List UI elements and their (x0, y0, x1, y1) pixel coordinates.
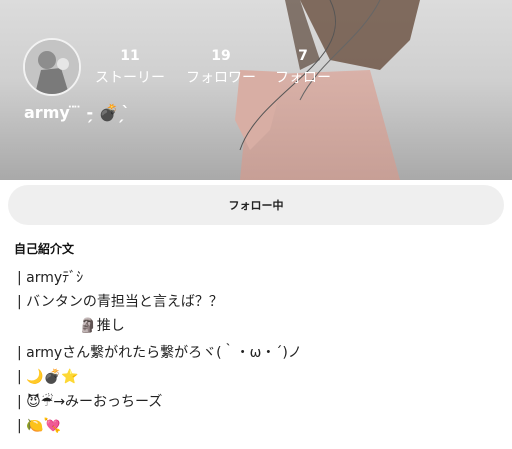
stat-stories[interactable]: 11 ストーリー (85, 47, 175, 88)
header-background-image (235, 0, 420, 180)
stat-following-label: フォロー (275, 70, 331, 86)
bio-line: | 🍋💘 (17, 418, 62, 434)
bio-line: | armyﾃﾞｼ (17, 270, 84, 286)
stat-stories-count: 11 (120, 48, 140, 64)
bio-line: | armyさん繋がれたら繋がろヾ(｀・ω・´)ノ (17, 345, 302, 361)
bio-line: | バンタンの青担当と言えば？？ (17, 294, 223, 310)
bio-line: | 😈☔→みーおっちーズ (17, 394, 163, 410)
avatar[interactable] (23, 38, 81, 96)
following-button[interactable]: フォロー中 (8, 185, 504, 225)
bio-line: 🗿推し (17, 318, 125, 334)
stat-followers-count: 19 (211, 48, 231, 64)
stat-followers[interactable]: 19 フォロワー (176, 47, 266, 88)
bio-heading: 自己紹介文 (14, 242, 75, 256)
stat-following-count: 7 (298, 48, 308, 64)
stat-following[interactable]: 7 フォロー (258, 47, 348, 88)
stat-followers-label: フォロワー (186, 70, 256, 86)
bio-line: | 🌙💣⭐️ (17, 369, 79, 385)
username: army ̈ ̈ ‑̗ 💣 ̗ ̀ (24, 103, 130, 122)
stat-stories-label: ストーリー (95, 70, 165, 86)
profile-header: 11 ストーリー 19 フォロワー 7 フォロー army ̈ ̈ ‑̗ 💣 ̗… (0, 0, 512, 180)
